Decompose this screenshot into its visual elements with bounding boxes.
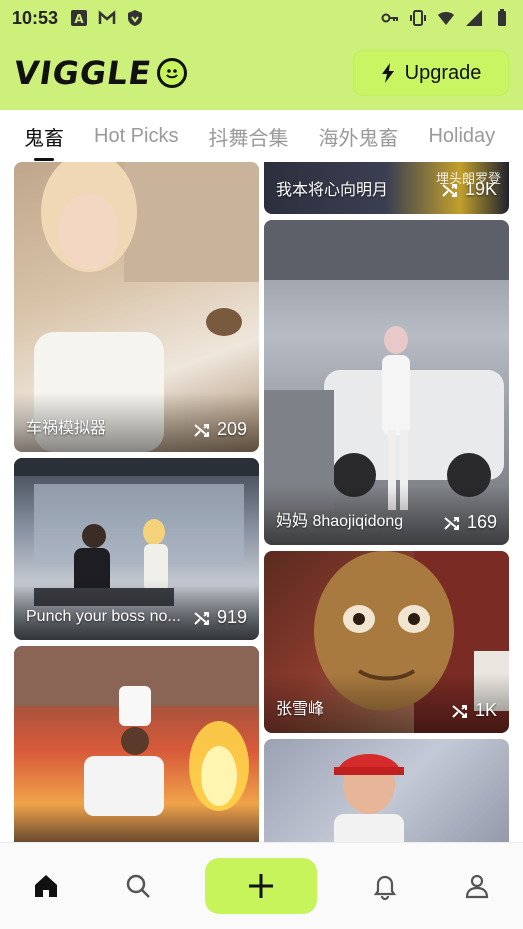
- remix-count: 919: [193, 607, 247, 628]
- nav-notifications[interactable]: [361, 862, 409, 910]
- video-card[interactable]: [264, 739, 509, 842]
- tab-guichu[interactable]: 鬼畜: [24, 122, 64, 161]
- vibrate-icon: [410, 10, 426, 26]
- tab-holiday[interactable]: Holiday: [428, 125, 495, 148]
- m-mail-icon: [98, 10, 116, 24]
- shuffle-icon: [194, 423, 209, 437]
- app-header: VIGGLE Upgrade: [0, 36, 523, 110]
- shuffle-icon: [442, 183, 457, 197]
- video-grid: 车祸模拟器 209 埋头朗罗登 我本将心向明月 19K 妈妈 8haojiqid…: [0, 162, 523, 842]
- svg-text:A: A: [74, 12, 84, 26]
- video-card[interactable]: 埋头朗罗登 我本将心向明月 19K: [264, 162, 509, 214]
- bottom-navigation: [0, 842, 523, 929]
- remix-count: 19K: [441, 179, 497, 200]
- video-thumbnail: [334, 754, 404, 842]
- remix-count: 209: [193, 419, 247, 440]
- shuffle-icon: [194, 611, 209, 625]
- create-button[interactable]: [205, 858, 318, 914]
- video-card[interactable]: 张雪峰 1K: [264, 551, 509, 733]
- video-card[interactable]: 车祸模拟器 209: [14, 162, 259, 452]
- nav-search[interactable]: [114, 862, 162, 910]
- card-title: 妈妈 8haojiqidong: [276, 513, 404, 530]
- nav-home[interactable]: [22, 862, 70, 910]
- tab-hot-picks[interactable]: Hot Picks: [94, 125, 178, 148]
- card-title: 张雪峰: [276, 701, 325, 718]
- remix-count: 1K: [451, 700, 497, 721]
- home-icon: [34, 875, 57, 897]
- card-title: 我本将心向明月: [276, 182, 389, 199]
- status-time: 10:53: [12, 7, 59, 28]
- remix-count-value: 919: [216, 607, 247, 627]
- status-bar: 10:53 A: [0, 0, 523, 36]
- shuffle-icon: [444, 516, 459, 530]
- lightning-icon: [381, 63, 394, 83]
- logo-face-icon: [157, 58, 188, 88]
- remix-count-value: 1K: [474, 700, 497, 720]
- upgrade-label: Upgrade: [404, 61, 482, 84]
- search-icon: [126, 874, 150, 898]
- wifi-icon: [438, 12, 454, 25]
- a-badge-icon: A: [71, 10, 88, 26]
- video-thumbnail: [14, 646, 259, 816]
- tab-overseas-guichu[interactable]: 海外鬼畜: [318, 122, 398, 151]
- video-card[interactable]: 妈妈 8haojiqidong 169: [264, 220, 509, 545]
- shuffle-icon: [452, 704, 467, 718]
- logo-text: VIGGLE: [11, 54, 155, 92]
- status-left-icons: A: [70, 9, 144, 27]
- category-tabs: 鬼畜 Hot Picks 抖舞合集 海外鬼畜 Holiday: [0, 110, 523, 162]
- status-right-icons: [381, 9, 511, 27]
- key-icon: [381, 13, 398, 23]
- nav-profile[interactable]: [453, 862, 501, 910]
- plus-icon: [249, 874, 274, 898]
- shield-icon: [128, 10, 143, 26]
- user-icon: [465, 874, 489, 899]
- signal-icon: [466, 10, 482, 26]
- remix-count: 169: [443, 512, 497, 533]
- viggle-logo[interactable]: VIGGLE: [11, 54, 188, 92]
- remix-count-value: 169: [466, 512, 497, 532]
- card-title: Punch your boss no...: [26, 608, 181, 625]
- battery-icon: [498, 9, 506, 26]
- video-card[interactable]: [14, 646, 259, 842]
- remix-count-value: 19K: [464, 179, 497, 199]
- bell-icon: [374, 875, 397, 900]
- video-card[interactable]: Punch your boss no... 919: [14, 458, 259, 640]
- remix-count-value: 209: [216, 419, 247, 439]
- card-title: 车祸模拟器: [26, 420, 107, 437]
- tab-dance-collection[interactable]: 抖舞合集: [208, 122, 288, 151]
- upgrade-button[interactable]: Upgrade: [353, 50, 509, 96]
